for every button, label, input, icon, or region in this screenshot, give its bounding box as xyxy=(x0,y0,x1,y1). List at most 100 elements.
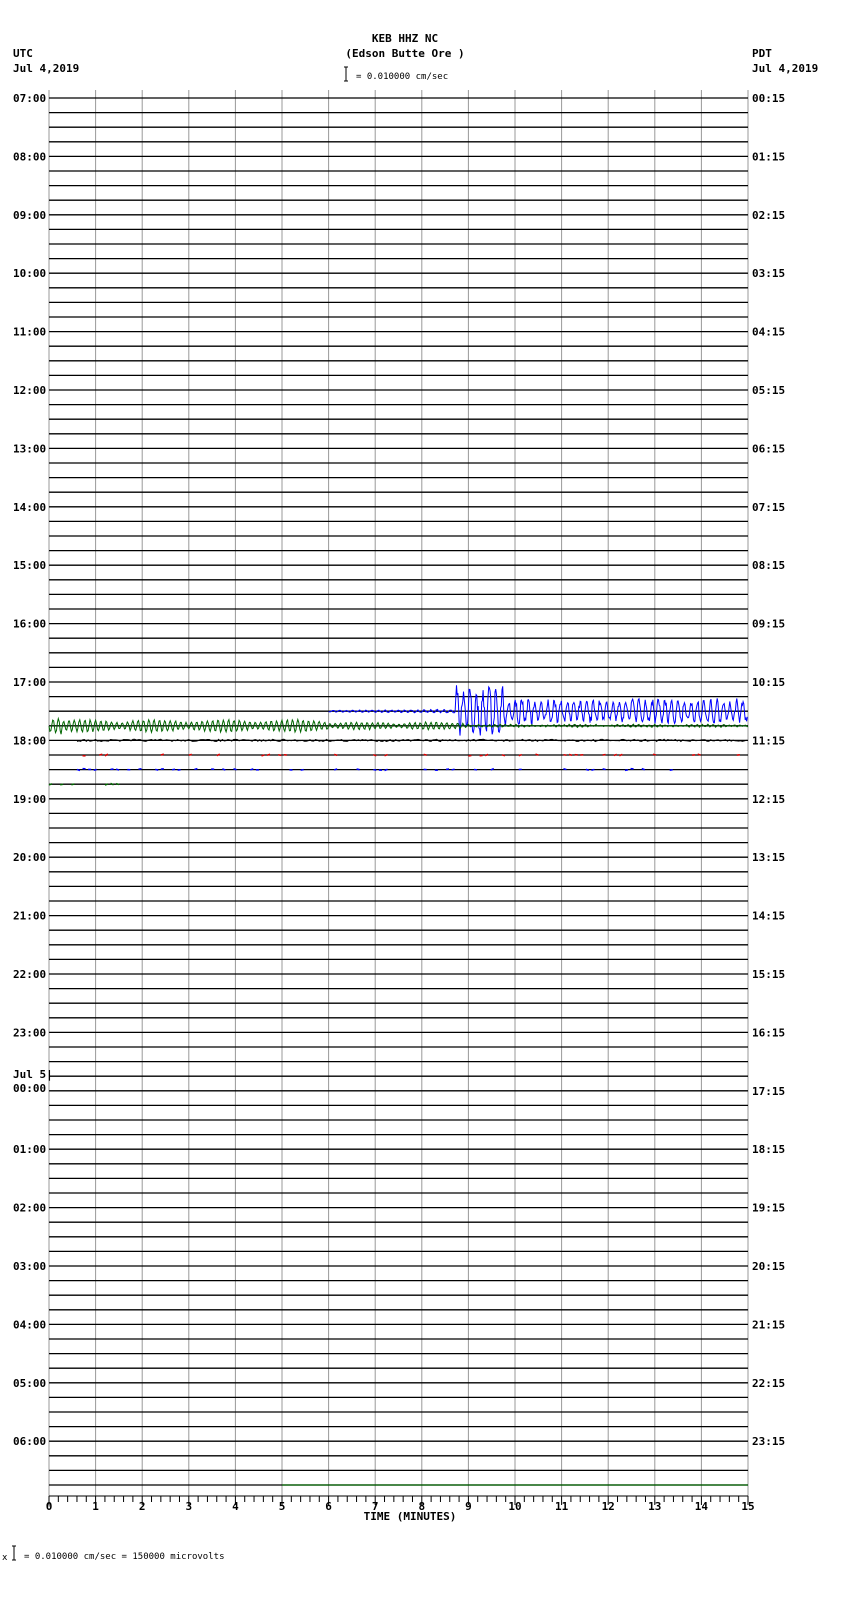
right-time-label: 00:15 xyxy=(752,92,785,105)
x-tick-label: 11 xyxy=(555,1500,569,1513)
right-time-label: 20:15 xyxy=(752,1260,785,1273)
x-tick-label: 14 xyxy=(695,1500,709,1513)
left-date: Jul 4,2019 xyxy=(13,62,79,75)
right-time-label: 01:15 xyxy=(752,150,785,163)
trace-dot xyxy=(641,767,646,771)
left-time-label: 15:00 xyxy=(13,559,46,572)
trace-dot xyxy=(250,768,254,771)
right-time-label: 19:15 xyxy=(752,1202,785,1215)
helicorder-chart: KEB HHZ NC (Edson Butte Ore ) UTC Jul 4,… xyxy=(2,32,818,1563)
trace-dot xyxy=(591,768,595,771)
left-time-label: 11:00 xyxy=(13,326,46,339)
right-time-label: 13:15 xyxy=(752,851,785,864)
left-time-label: 14:00 xyxy=(13,501,46,514)
x-tick-label: 13 xyxy=(648,1500,661,1513)
left-time-label: 16:00 xyxy=(13,618,46,631)
trace-dot xyxy=(194,767,198,771)
right-time-label: 10:15 xyxy=(752,676,785,689)
x-tick-label: 12 xyxy=(602,1500,615,1513)
right-time-label: 03:15 xyxy=(752,267,785,280)
trace-dot xyxy=(602,768,606,771)
footer-scale-text: = 0.010000 cm/sec = 150000 microvolts xyxy=(24,1552,224,1562)
right-time-label: 18:15 xyxy=(752,1143,785,1156)
right-time-label: 15:15 xyxy=(752,968,785,981)
left-time-label: 21:00 xyxy=(13,910,46,923)
trace-dot xyxy=(697,753,701,756)
left-time-label: 23:00 xyxy=(13,1026,46,1039)
right-time-label: 14:15 xyxy=(752,910,785,923)
x-tick-label: 9 xyxy=(465,1500,472,1513)
right-time-label: 21:15 xyxy=(752,1318,785,1331)
trace-dot xyxy=(99,753,103,756)
left-time-label: 20:00 xyxy=(13,851,46,864)
left-time-label: 03:00 xyxy=(13,1260,46,1273)
left-time-label: 08:00 xyxy=(13,150,46,163)
x-tick-label: 2 xyxy=(139,1500,146,1513)
footer-scale-mark: x xyxy=(2,1553,8,1563)
x-tick-label: 1 xyxy=(92,1500,99,1513)
trace-dot xyxy=(266,753,271,756)
station-location: (Edson Butte Ore ) xyxy=(345,47,464,60)
trace-dot xyxy=(333,768,338,771)
trace-dot xyxy=(535,753,539,756)
left-time-label: 12:00 xyxy=(13,384,46,397)
trace-dot xyxy=(93,768,97,772)
right-time-label: 12:15 xyxy=(752,793,785,806)
trace-dot xyxy=(563,767,567,771)
right-time-label: 08:15 xyxy=(752,559,785,572)
trace-dot xyxy=(188,753,192,756)
x-tick-label: 10 xyxy=(508,1500,521,1513)
right-time-label: 05:15 xyxy=(752,384,785,397)
trace-dot xyxy=(451,768,455,771)
right-time-label: 06:15 xyxy=(752,442,785,455)
right-time-label: 17:15 xyxy=(752,1085,785,1098)
scale-bar-icon xyxy=(344,66,348,82)
trace-dot xyxy=(602,753,606,756)
trace-dot xyxy=(160,753,165,756)
right-timezone: PDT xyxy=(752,47,772,60)
left-time-label: 07:00 xyxy=(13,92,46,105)
trace-dot xyxy=(373,754,377,757)
trace-dot xyxy=(585,768,590,771)
trace-dot xyxy=(423,753,427,756)
station-title: KEB HHZ NC xyxy=(372,32,438,45)
right-time-label: 16:15 xyxy=(752,1026,785,1039)
x-tick-label: 0 xyxy=(46,1500,53,1513)
left-time-label: 01:00 xyxy=(13,1143,46,1156)
trace-dot xyxy=(104,783,109,786)
trace-dot xyxy=(261,754,265,757)
right-time-label: 02:15 xyxy=(752,209,785,222)
x-tick-label: 5 xyxy=(279,1500,286,1513)
left-time-label: 17:00 xyxy=(13,676,46,689)
right-time-label: 09:15 xyxy=(752,618,785,631)
left-time-label: 18:00 xyxy=(13,734,46,747)
traces xyxy=(48,685,749,1486)
right-time-label: 11:15 xyxy=(752,734,785,747)
grid xyxy=(48,90,749,1496)
trace-dot xyxy=(333,753,338,757)
x-tick-label: 15 xyxy=(741,1500,754,1513)
x-tick-label: 4 xyxy=(232,1500,239,1513)
footer-scale-bar-icon xyxy=(12,1545,16,1561)
left-timezone: UTC xyxy=(13,47,33,60)
left-time-label: 04:00 xyxy=(13,1318,46,1331)
trace-dot xyxy=(300,768,304,771)
left-time-label: 13:00 xyxy=(13,442,46,455)
left-time-label: 10:00 xyxy=(13,267,46,280)
left-time-label: 05:00 xyxy=(13,1377,46,1390)
trace-dot xyxy=(278,754,282,757)
trace-dot xyxy=(155,768,159,771)
trace-dot xyxy=(60,783,64,786)
right-date: Jul 4,2019 xyxy=(752,62,818,75)
right-time-label: 04:15 xyxy=(752,326,785,339)
trace-dot xyxy=(233,767,237,771)
right-time-label: 07:15 xyxy=(752,501,785,514)
left-time-label: 09:00 xyxy=(13,209,46,222)
x-axis-label: TIME (MINUTES) xyxy=(364,1510,457,1523)
trace-dot xyxy=(356,768,360,771)
scale-text: = 0.010000 cm/sec xyxy=(356,72,448,82)
left-time-label: 22:00 xyxy=(13,968,46,981)
trace-dot xyxy=(652,753,657,756)
trace-dot xyxy=(71,783,75,786)
left-time-label: 19:00 xyxy=(13,793,46,806)
